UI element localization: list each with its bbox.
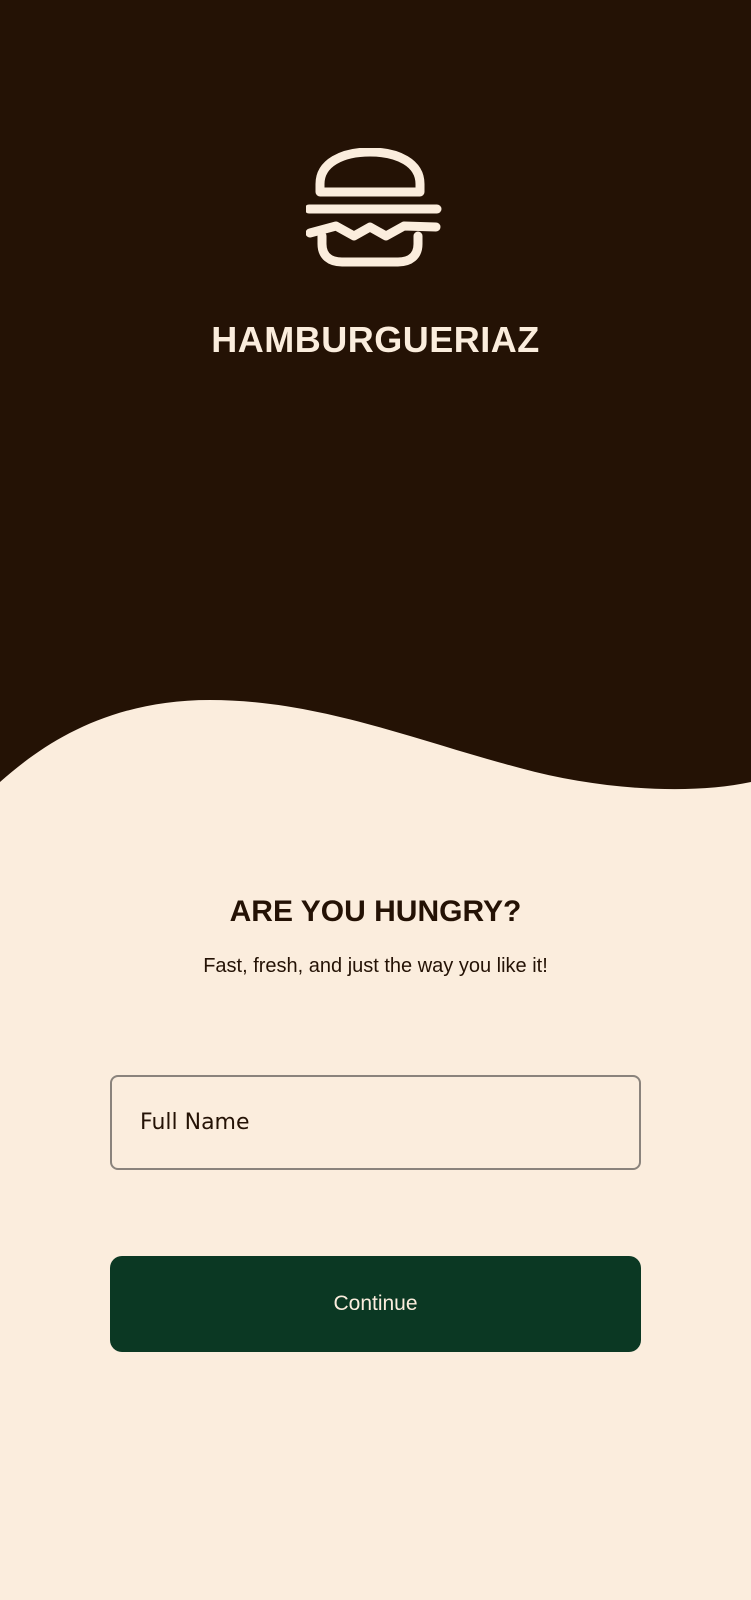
brand-name: HAMBURGUERIAZ xyxy=(211,319,540,360)
hero-background xyxy=(0,0,751,790)
welcome-tagline: Fast, fresh, and just the way you like i… xyxy=(203,955,548,977)
onboarding-screen: HAMBURGUERIAZ ARE YOU HUNGRY? Fast, fres… xyxy=(0,0,751,1600)
full-name-input[interactable] xyxy=(110,1075,641,1170)
welcome-headline: ARE YOU HUNGRY? xyxy=(229,895,522,928)
continue-button[interactable]: Continue xyxy=(110,1256,641,1352)
burger-icon xyxy=(306,148,442,267)
